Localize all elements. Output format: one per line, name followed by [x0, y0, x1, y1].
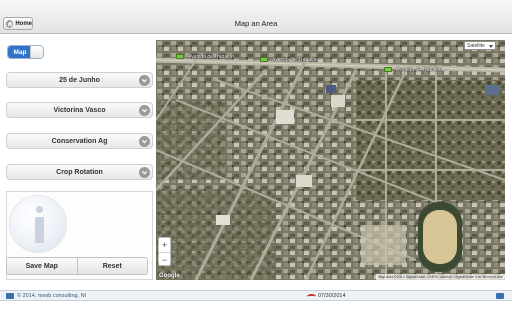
zoom-control: + −	[158, 237, 171, 266]
chevron-down-icon	[139, 136, 150, 147]
road-label: Avenida de Trabalho	[188, 54, 234, 60]
road-marker	[384, 67, 392, 72]
map-toggle[interactable]: Map	[7, 45, 44, 59]
zoom-out-button[interactable]: −	[159, 252, 170, 266]
save-map-button[interactable]: Save Map	[7, 258, 77, 274]
dropdown-label: 25 de Junho	[59, 76, 100, 84]
footer-copyright[interactable]: © 2014, mesb consulting, NI	[17, 293, 86, 299]
road-marker	[260, 57, 268, 62]
dropdown-farmer[interactable]: Victorina Vasco	[6, 102, 153, 118]
dropdown-practice[interactable]: Conservation Ag	[6, 133, 153, 149]
info-icon	[9, 195, 67, 253]
chevron-down-icon	[139, 75, 150, 86]
footer-date: 07/30/2014	[307, 293, 346, 299]
page-title: Map an Area	[234, 19, 278, 28]
map-type-selector[interactable]: Satellite	[464, 41, 496, 50]
dropdown-label: Crop Rotation	[56, 168, 103, 176]
dropdown-label: Conservation Ag	[51, 137, 108, 145]
road-label: Avenida de Trabalho	[272, 57, 318, 63]
map-type-label: Satellite	[467, 42, 485, 49]
map-toggle-label: Map	[8, 46, 32, 58]
footer-bar: © 2014, mesb consulting, NI 07/30/2014	[0, 290, 512, 301]
app-logo-icon	[496, 293, 504, 299]
map-attribution[interactable]: Map data ©2014 DigitalGlobe, CNES / Astr…	[376, 274, 505, 280]
reset-button[interactable]: Reset	[76, 258, 147, 274]
top-bar: Home Map an Area	[0, 0, 512, 34]
zoom-in-button[interactable]: +	[159, 238, 170, 252]
dropdown-community[interactable]: 25 de Junho	[6, 72, 153, 88]
google-logo: Google	[159, 273, 180, 279]
footer-date-text: 07/30/2014	[318, 293, 346, 299]
action-buttons: Save Map Reset	[6, 257, 148, 275]
map-canvas[interactable]: Avenida de Trabalho Avenida de Trabalho …	[156, 40, 505, 280]
road-marker	[176, 54, 184, 59]
map-toggle-knob[interactable]	[30, 46, 43, 58]
satellite-imagery	[156, 40, 505, 280]
app-logo-icon	[6, 293, 14, 299]
dropdown-arrow-icon	[489, 45, 493, 48]
dropdown-label: Victorina Vasco	[53, 106, 106, 114]
calendar-icon	[307, 293, 316, 299]
dropdown-activity[interactable]: Crop Rotation	[6, 164, 153, 180]
chevron-down-icon	[139, 167, 150, 178]
chevron-down-icon	[139, 105, 150, 116]
road-label: Avenida de Trabalho	[396, 67, 442, 73]
